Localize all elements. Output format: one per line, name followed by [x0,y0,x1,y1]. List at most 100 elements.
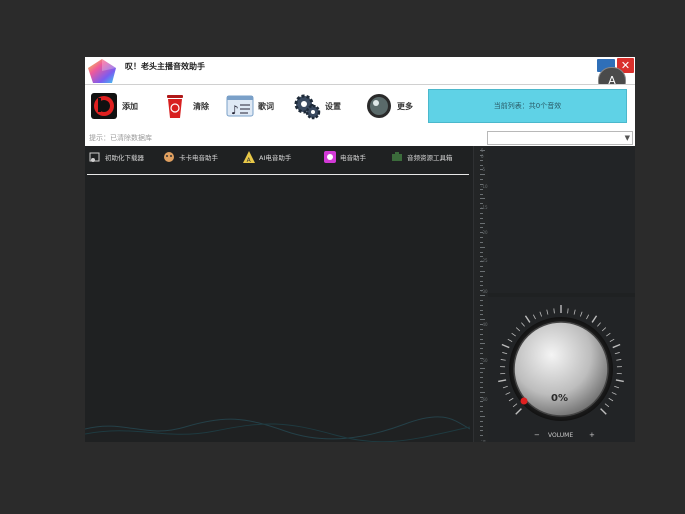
ruler-tick [480,415,485,417]
ruler-tick [480,304,483,306]
ruler-tick [480,203,483,205]
volume-knob[interactable] [488,297,635,442]
sound-list-area[interactable] [85,176,470,442]
ruler-label: 5 [481,148,484,153]
plugin-label: 卡卡电音助手 [179,154,218,162]
volume-tick [591,315,598,323]
ruler-tick [480,348,483,350]
volume-tick [524,315,531,323]
ruler-tick [480,164,483,166]
volume-tick [611,392,617,395]
ruler-tick [480,270,485,272]
volume-tick [616,359,622,361]
gear-icon [294,94,321,120]
settings-button[interactable]: 设置 [293,89,341,123]
clear-button[interactable]: 清除 [161,89,209,123]
plugin-label: AI电音助手 [259,154,292,162]
title-bar: 叹！老头主播音效助手 ✕ [85,57,635,84]
ruler-tick [480,309,483,311]
more-label: 更多 [397,101,413,111]
volume-tick [507,338,513,342]
waveform [85,416,470,442]
lyrics-button[interactable]: ♪ 歌词 [226,89,274,123]
plugin-label: 初助化下载器 [105,154,144,162]
svg-text:♪: ♪ [231,103,239,117]
lyrics-label: 歌词 [258,101,274,111]
toolbar: 添加 清除 ♪ 歌词 设置 更多 当前列表：共0个音效 [85,84,635,131]
ruler-tick [480,328,483,330]
add-label: 添加 [122,101,138,111]
face-icon [164,152,174,162]
ruler-tick [480,159,483,161]
volume-indicator [520,397,528,405]
plugin-item-toolbox[interactable]: 音频资源工具箱 [391,151,453,163]
volume-tick [601,327,607,332]
volume-tick [502,352,508,355]
globe-more-icon [367,94,391,118]
ruler-label: 0 [481,154,484,160]
device-select[interactable]: ▼ [487,131,633,145]
more-button[interactable]: 更多 [365,89,413,123]
ruler-label: -∞ [481,438,486,442]
ruler-tick [480,391,485,393]
plugin-label: 电音助手 [340,154,366,162]
ruler-tick [480,353,483,354]
volume-tick [508,397,514,402]
ruler-tick [480,386,483,388]
ruler-label: -25 [481,257,488,263]
ruler-tick [480,430,483,432]
plugin-label: 音频资源工具箱 [407,154,453,162]
volume-tick [609,338,615,342]
ruler-tick [480,193,483,195]
ruler-tick [480,266,483,267]
lyrics-note-icon: ♪ [226,95,254,117]
ruler-tick [480,343,485,345]
volume-tick [600,408,607,415]
window-title: 叹！老头主播音效助手 [125,62,205,71]
plugin-item-dianyin[interactable]: 电音助手 [324,151,366,163]
ruler-tick [480,227,483,229]
hint-text: 提示：已清除数据库 [89,134,152,142]
add-button[interactable]: 添加 [90,89,138,123]
ruler-tick [480,246,485,248]
volume-minus[interactable]: − [534,431,540,439]
volume-tick [553,308,555,314]
settings-label: 设置 [325,101,341,111]
volume-tick [539,311,542,317]
ruler-tick [480,299,483,301]
ruler-label: -5 [481,166,485,172]
ruler-tick [480,198,485,200]
volume-label: VOLUME [548,432,574,439]
ruler-tick [480,411,483,412]
ruler-tick [480,212,483,214]
ruler-tick [480,338,483,340]
volume-tick [612,343,621,349]
pink-disc-icon [324,151,336,163]
volume-tick [567,308,569,314]
volume-tick [502,385,508,389]
clear-label: 清除 [193,101,209,111]
plugin-item-ai[interactable]: A AI电音助手 [243,151,291,163]
ruler-tick [480,174,485,176]
hint-bar: 提示：已清除数据库 ▼ [85,130,635,146]
ruler-tick [480,275,483,277]
ruler-tick [480,285,483,287]
ruler-tick [480,251,483,253]
ruler-label: -30 [481,288,488,294]
ruler-label: -20 [481,230,488,236]
volume-tick [515,327,521,332]
volume-tick [501,343,510,349]
volume-tick [604,403,610,408]
ruler-tick [480,319,485,321]
volume-plus[interactable]: + [589,431,595,439]
ruler-tick [480,333,483,335]
plugin-item-downloader[interactable]: 初助化下载器 [89,151,144,163]
volume-tick [532,314,536,320]
ruler-label: -10 [481,184,488,190]
ruler-tick [480,222,485,224]
plugin-item-kaka[interactable]: 卡卡电音助手 [163,151,218,163]
ruler-tick [480,367,485,369]
volume-tick [615,379,624,383]
volume-tick [614,385,620,389]
ruler-label: -40 [481,322,488,328]
